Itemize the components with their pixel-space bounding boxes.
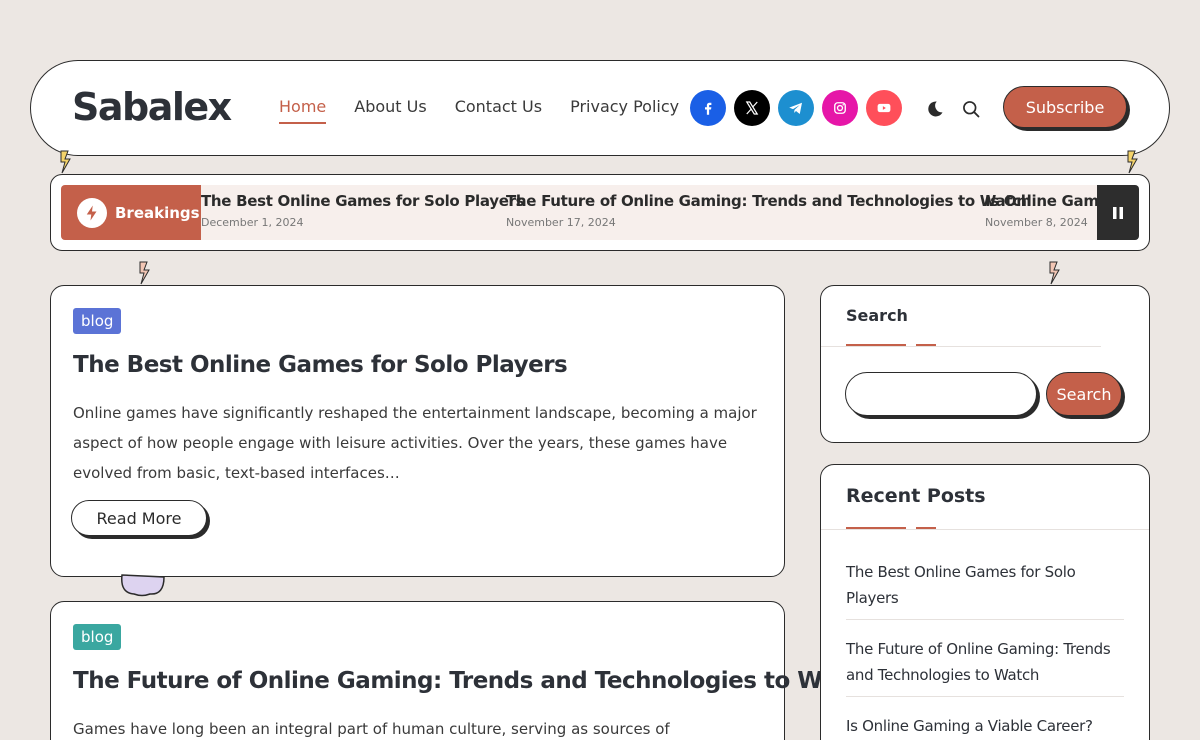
x-icon[interactable] <box>734 90 770 126</box>
youtube-icon[interactable] <box>866 90 902 126</box>
lightning-deco-icon <box>1049 261 1060 285</box>
divider <box>846 696 1124 697</box>
divider <box>821 346 1101 347</box>
post-card: blog The Best Online Games for Solo Play… <box>50 285 785 577</box>
post-title[interactable]: The Best Online Games for Solo Players <box>73 352 568 378</box>
post-excerpt: Online games have significantly reshaped… <box>73 404 757 482</box>
ticker-item-title[interactable]: The Best Online Games for Solo Players <box>201 192 525 210</box>
post-excerpt: Games have long been an integral part of… <box>73 720 670 738</box>
nav-home[interactable]: Home <box>279 97 327 124</box>
breaking-news-ticker: Breakings The Best Online Games for Solo… <box>50 174 1150 251</box>
search-input[interactable] <box>845 372 1037 416</box>
category-badge[interactable]: blog <box>73 308 122 334</box>
search-button[interactable]: Search <box>1046 372 1122 416</box>
breaking-label-text: Breakings <box>115 203 200 222</box>
ticker-item[interactable]: The Future of Online Gaming: Trends and … <box>506 192 1031 229</box>
dark-mode-icon[interactable] <box>925 99 945 119</box>
site-header: Sabalex Home About Us Contact Us Privacy… <box>30 60 1170 156</box>
recent-post-link[interactable]: Is Online Gaming a Viable Career? <box>846 713 1126 739</box>
search-widget: Search Search <box>820 285 1150 443</box>
nav-about-us[interactable]: About Us <box>354 97 426 124</box>
subscribe-button[interactable]: Subscribe <box>1003 86 1127 128</box>
ticker-item-title[interactable]: The Future of Online Gaming: Trends and … <box>506 192 1031 210</box>
recent-post-link[interactable]: The Future of Online Gaming: Trends and … <box>846 636 1126 688</box>
widget-title: Recent Posts <box>846 485 986 507</box>
instagram-icon[interactable] <box>822 90 858 126</box>
site-logo[interactable]: Sabalex <box>72 85 232 129</box>
main-nav: Home About Us Contact Us Privacy Policy <box>279 97 679 124</box>
ticker-item-date: December 1, 2024 <box>201 216 304 229</box>
divider <box>846 619 1124 620</box>
social-links <box>690 90 902 126</box>
ticker-track: Breakings The Best Online Games for Solo… <box>61 185 1139 240</box>
divider <box>821 529 1149 530</box>
nav-privacy-policy[interactable]: Privacy Policy <box>570 97 679 124</box>
breaking-label: Breakings <box>61 185 201 240</box>
pause-icon <box>1113 206 1123 219</box>
read-more-button[interactable]: Read More <box>71 500 207 536</box>
ticker-item[interactable]: The Best Online Games for Solo Players D… <box>201 192 525 229</box>
lightning-deco-icon <box>139 261 150 285</box>
nav-contact-us[interactable]: Contact Us <box>455 97 542 124</box>
ticker-item-date: November 17, 2024 <box>506 216 616 229</box>
post-card: blog The Future of Online Gaming: Trends… <box>50 601 876 740</box>
lightning-deco-icon <box>1127 150 1138 174</box>
search-icon[interactable] <box>961 99 981 119</box>
decorative-blob <box>121 574 165 597</box>
recent-posts-widget: Recent Posts The Best Online Games for S… <box>820 464 1150 740</box>
category-badge[interactable]: blog <box>73 624 122 650</box>
bolt-icon <box>77 197 107 228</box>
telegram-icon[interactable] <box>778 90 814 126</box>
post-title[interactable]: The Future of Online Gaming: Trends and … <box>73 668 876 694</box>
lightning-deco-icon <box>60 150 71 174</box>
ticker-pause-button[interactable] <box>1097 185 1139 240</box>
facebook-icon[interactable] <box>690 90 726 126</box>
widget-title: Search <box>846 306 908 325</box>
recent-post-link[interactable]: The Best Online Games for Solo Players <box>846 559 1126 611</box>
